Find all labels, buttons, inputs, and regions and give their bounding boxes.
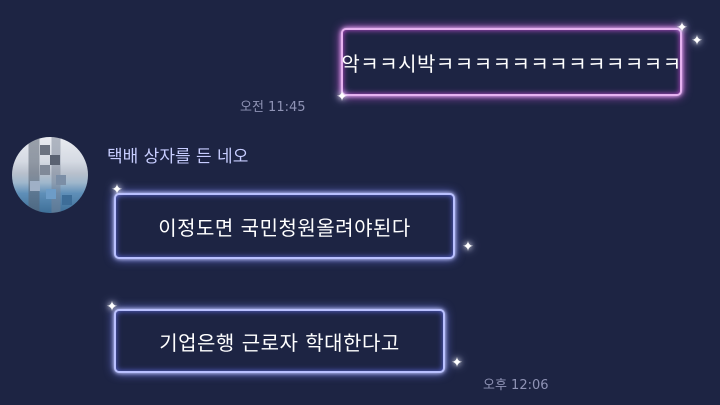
message-text: 기업은행 근로자 학대한다고 (159, 330, 400, 355)
sparkle-icon: ✦ (106, 299, 118, 315)
message-bubble-received[interactable]: 이정도면 국민청원올려야된다 (114, 193, 455, 259)
message-text: 악ㅋㅋ시박ㅋㅋㅋㅋㅋㅋㅋㅋㅋㅋㅋㅋㅋ (341, 51, 682, 76)
message-bubble-received[interactable]: 기업은행 근로자 학대한다고 (114, 309, 445, 373)
chat-area: 악ㅋㅋ시박ㅋㅋㅋㅋㅋㅋㅋㅋㅋㅋㅋㅋㅋ 오전 11:45 택배 상자를 든 네오 … (0, 0, 720, 405)
message-timestamp: 오전 11:45 (240, 100, 306, 115)
sparkle-icon: ✦ (676, 20, 688, 36)
sparkle-icon: ✦ (111, 182, 123, 198)
message-text: 이정도면 국민청원올려야된다 (158, 215, 411, 240)
sender-name: 택배 상자를 든 네오 (107, 147, 249, 167)
sparkle-icon: ✦ (462, 239, 474, 255)
message-timestamp: 오후 12:06 (483, 378, 549, 393)
sparkle-icon: ✦ (691, 33, 703, 49)
sparkle-icon: ✦ (336, 89, 348, 105)
sparkle-icon: ✦ (451, 355, 463, 371)
avatar[interactable] (12, 137, 88, 213)
message-bubble-sent[interactable]: 악ㅋㅋ시박ㅋㅋㅋㅋㅋㅋㅋㅋㅋㅋㅋㅋㅋ (341, 28, 682, 96)
